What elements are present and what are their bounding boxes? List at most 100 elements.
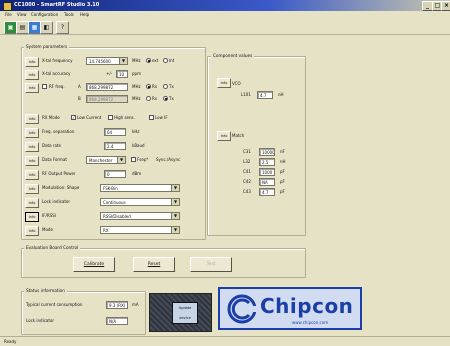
accuracy-prefix: +/- <box>106 71 113 76</box>
toolbar: ▣ ▤ ▦ ◧ ? <box>0 19 450 35</box>
current-value: 9.3 (RX) <box>106 301 128 309</box>
match-label: Match <box>232 133 245 138</box>
menu-view[interactable]: View <box>17 12 27 17</box>
match-l32-unit: nH <box>280 159 286 164</box>
chevron-down-icon: ▼ <box>171 213 179 219</box>
system-parameters-title: System parameters <box>24 44 70 49</box>
menu-help[interactable]: Help <box>80 12 89 17</box>
vco-label: VCO <box>232 81 241 86</box>
rx-mode-low-current-check[interactable]: ✓ <box>71 115 76 120</box>
xtal-radio-ext-label: ext <box>152 58 159 63</box>
info-button-power[interactable]: Info <box>25 170 39 180</box>
update-device-button[interactable]: Update device <box>149 293 212 332</box>
info-button-modulation[interactable]: Info <box>25 184 39 194</box>
power-unit: dBm <box>132 171 142 176</box>
match-c43-label: C43 <box>243 189 251 194</box>
xtal-radio-ext[interactable] <box>146 58 151 63</box>
data-rate-input[interactable]: 2.4 <box>104 142 126 150</box>
rf-freq-checkbox[interactable] <box>42 84 47 89</box>
chipcon-url: www.chipcon.com <box>292 320 329 325</box>
reset-button[interactable]: Reset <box>133 257 175 272</box>
mode-select[interactable]: RX ▼ <box>100 226 180 234</box>
info-button-vco[interactable]: Info <box>217 78 231 88</box>
window-title: CC1000 - SmartRF Studio 3.10 <box>14 2 100 8</box>
info-button-data-rate[interactable]: Info <box>25 142 39 152</box>
rf-freq-b-unit: MHz <box>132 96 141 101</box>
match-c42-value: NA <box>259 178 275 186</box>
rf-a-radio-tx[interactable] <box>163 84 168 89</box>
rf-b-radio-rx-label: Rx <box>152 96 158 101</box>
menu-configuration[interactable]: Configuration <box>31 12 58 17</box>
info-button-if-rssi[interactable]: Info <box>25 212 39 222</box>
vco-l101-label: L101 <box>241 92 251 97</box>
chipcon-brand: Chipcon <box>260 294 354 318</box>
chevron-down-icon: ▼ <box>117 157 125 163</box>
rf-a-radio-rx[interactable] <box>146 84 151 89</box>
rx-mode-low-if-label: Low IF <box>155 115 168 120</box>
if-rssi-select[interactable]: RSSI/Disabled ▼ <box>100 212 180 220</box>
xtal-radio-int[interactable] <box>163 58 168 63</box>
match-c31-value: 10000 <box>259 148 275 156</box>
rf-b-radio-tx[interactable] <box>163 96 168 101</box>
rx-mode-label: RX Mode <box>42 115 60 120</box>
xtal-radio-int-label: Int <box>169 58 175 63</box>
rf-b-radio-rx[interactable] <box>146 96 151 101</box>
vco-l101-unit: nH <box>278 92 284 97</box>
modulation-select[interactable]: FSK-Bin ▼ <box>100 184 180 192</box>
info-button-lock[interactable]: Info <box>25 198 39 208</box>
rf-freq-b-input[interactable]: 868.299872 <box>86 95 128 103</box>
power-input[interactable]: 0 <box>104 170 126 178</box>
current-unit: mA <box>132 302 139 307</box>
rf-freq-a-unit: MHz <box>132 84 141 89</box>
separation-unit: kHz <box>132 129 140 134</box>
close-button[interactable]: × <box>441 1 450 11</box>
modulation-label: Modulation: Shape <box>42 185 80 190</box>
match-l32-label: L32 <box>243 159 251 164</box>
info-button-rf-freq[interactable]: Info <box>25 83 39 93</box>
test-button[interactable]: Test <box>190 257 232 272</box>
data-format-label: Data Format <box>42 157 67 162</box>
separation-input[interactable]: 64 <box>104 128 126 136</box>
accuracy-input[interactable]: 10 <box>116 70 128 78</box>
lock-indicator-label: Lock indicator <box>42 199 70 204</box>
rx-mode-high-sens-check[interactable] <box>108 115 113 120</box>
chevron-down-icon: ▼ <box>171 199 179 205</box>
info-button-rx-mode[interactable]: Info <box>25 114 39 124</box>
if-rssi-label: IF/RSSI <box>42 213 56 218</box>
lock-indicator-select[interactable]: Continuous ▼ <box>100 198 180 206</box>
rf-freq-label: RF freq. <box>49 84 65 89</box>
menu-tools[interactable]: Tools <box>64 12 74 17</box>
info-button-mode[interactable]: Info <box>25 226 39 236</box>
xtal-select[interactable]: 14.745600 ▼ <box>86 57 128 65</box>
info-button-xtal[interactable]: Info <box>25 57 39 67</box>
data-format-sync-label: Sync./Async <box>156 157 181 162</box>
vco-l101-value: 4.7 <box>257 91 273 99</box>
rf-b-radio-tx-label: Tx <box>169 96 174 101</box>
current-label: Typical current consumption <box>26 302 83 307</box>
status-info-title: Status information <box>24 288 67 293</box>
component-values-title: Component values <box>211 53 255 58</box>
match-c42-label: C42 <box>243 179 251 184</box>
help-icon[interactable]: ? <box>56 21 69 34</box>
info-button-match[interactable]: Info <box>217 131 231 141</box>
match-c42-unit: pF <box>280 179 285 184</box>
match-c43-unit: pF <box>280 189 285 194</box>
calibrate-button[interactable]: Calibrate <box>73 257 115 272</box>
xtal-label: X-tal frequency <box>42 58 73 63</box>
match-c41-label: C41 <box>243 169 251 174</box>
app-icon[interactable] <box>3 2 12 11</box>
info-button-accuracy[interactable]: Info <box>25 70 39 80</box>
info-button-separation[interactable]: Info <box>25 128 39 138</box>
update-device-label: Update device <box>172 302 198 324</box>
info-button-data-format[interactable]: Info <box>25 156 39 166</box>
chevron-down-icon: ▼ <box>171 227 179 233</box>
data-format-fsep-check[interactable] <box>131 157 136 162</box>
status-info-group <box>21 291 146 335</box>
print-icon[interactable]: ◧ <box>40 21 53 34</box>
rx-mode-low-if-check[interactable] <box>149 115 154 120</box>
data-format-select[interactable]: Manchester ▼ <box>86 156 126 164</box>
accuracy-label: X-tal accuracy <box>42 71 71 76</box>
rf-freq-a-input[interactable]: 868.299872 <box>86 83 128 91</box>
rf-a-radio-tx-label: Tx <box>169 84 174 89</box>
menu-file[interactable]: File <box>5 12 12 17</box>
